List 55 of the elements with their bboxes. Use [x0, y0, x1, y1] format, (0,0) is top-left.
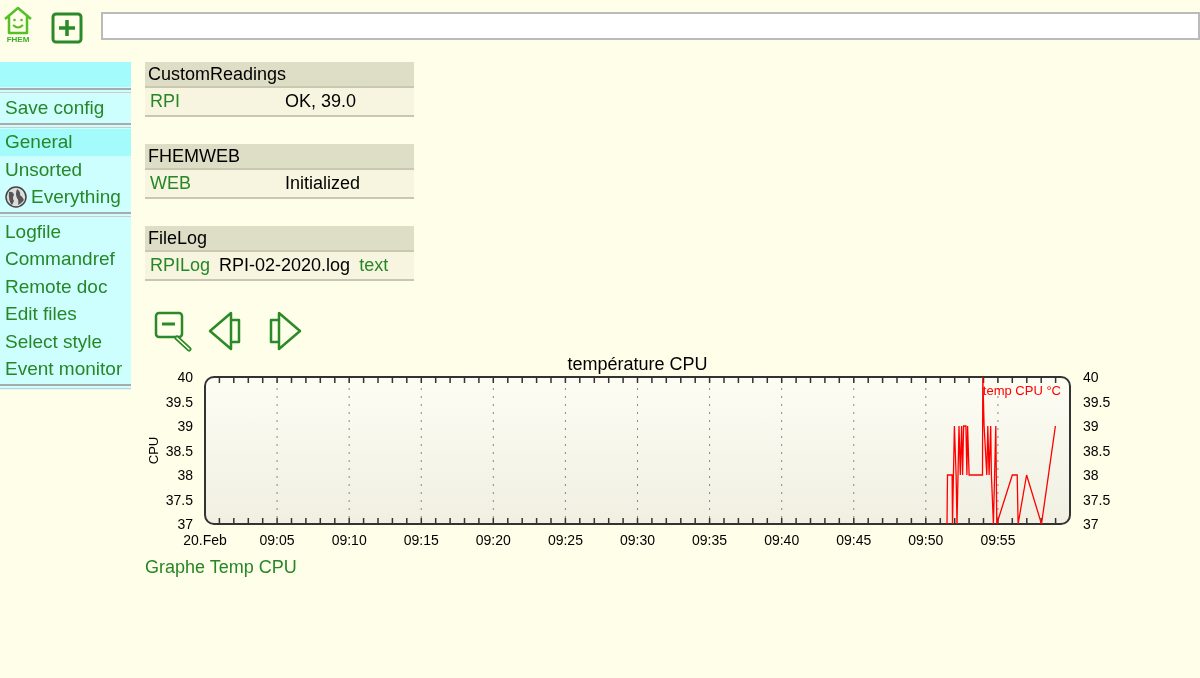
table-title: FileLog	[145, 226, 414, 252]
tick-label: 38.5	[1083, 442, 1110, 459]
table-link[interactable]: WEB	[145, 173, 280, 194]
tick-label: 37	[1083, 516, 1099, 532]
menu-item[interactable]: Remote doc	[0, 273, 131, 301]
table-cell-text: Initialized	[284, 173, 362, 194]
menu-item[interactable]: Logfile	[0, 218, 131, 246]
table-cell-text: OK, 39.0	[284, 91, 358, 112]
tick-label: 37.5	[1083, 491, 1110, 508]
menu-item[interactable]: Select style	[0, 328, 131, 356]
table-cell-text: RPI-02-2020.log	[218, 255, 352, 276]
house-icon[interactable]	[2, 5, 34, 35]
tick-label: 09:45	[836, 532, 872, 548]
menu-item[interactable]: Unsorted	[0, 156, 131, 184]
tick-label: 09:50	[908, 532, 944, 548]
menu-item[interactable]: Save config	[0, 94, 131, 122]
tick-label: 09:40	[764, 532, 800, 548]
command-field[interactable]	[101, 12, 1200, 40]
tick-label: 37	[177, 516, 193, 532]
menu-item[interactable]: Event monitor	[0, 355, 131, 383]
tick-label: 20.Feb	[183, 532, 227, 548]
tick-label: 09:35	[692, 532, 728, 548]
tick-label: 39.5	[1083, 393, 1110, 410]
table-title: FHEMWEB	[145, 144, 414, 170]
table-title: CustomReadings	[145, 62, 414, 88]
tick-label: 40	[177, 369, 193, 385]
tick-label: 09:55	[980, 532, 1016, 548]
tick-label: 38.5	[165, 442, 193, 459]
zoom-out-button[interactable]	[153, 309, 195, 352]
tick-label: 39	[177, 418, 193, 434]
tick-label: 38	[1083, 467, 1099, 483]
menu-item[interactable]: Commandref	[0, 245, 131, 273]
tick-label: 09:25	[547, 532, 583, 548]
menu-item[interactable]: General	[0, 128, 131, 156]
table-link[interactable]: RPI	[145, 91, 280, 112]
add-icon[interactable]	[51, 12, 83, 44]
table-link[interactable]: text	[354, 255, 393, 276]
chart-title: température CPU	[567, 354, 708, 374]
globe-icon	[5, 186, 27, 209]
table-link[interactable]: RPILog	[145, 255, 215, 276]
tick-label: 09:05	[259, 532, 295, 548]
tick-label: 09:20	[475, 532, 511, 548]
logo-text: FHEM	[6, 35, 30, 44]
tick-label: 09:10	[331, 532, 367, 548]
tick-label: 38	[177, 467, 193, 483]
graph-link[interactable]: Graphe Temp CPU	[145, 557, 297, 578]
tick-label: 09:15	[403, 532, 439, 548]
tick-label: 37.5	[165, 491, 193, 508]
tick-label: 09:30	[620, 532, 655, 548]
tick-label: 40	[1083, 369, 1099, 385]
menu-item[interactable]: Everything	[0, 183, 131, 211]
tick-label: 39	[1083, 418, 1099, 434]
menu-item[interactable]: Edit files	[0, 300, 131, 328]
tick-label: 39.5	[165, 393, 193, 410]
axis-label: CPU	[146, 436, 161, 465]
